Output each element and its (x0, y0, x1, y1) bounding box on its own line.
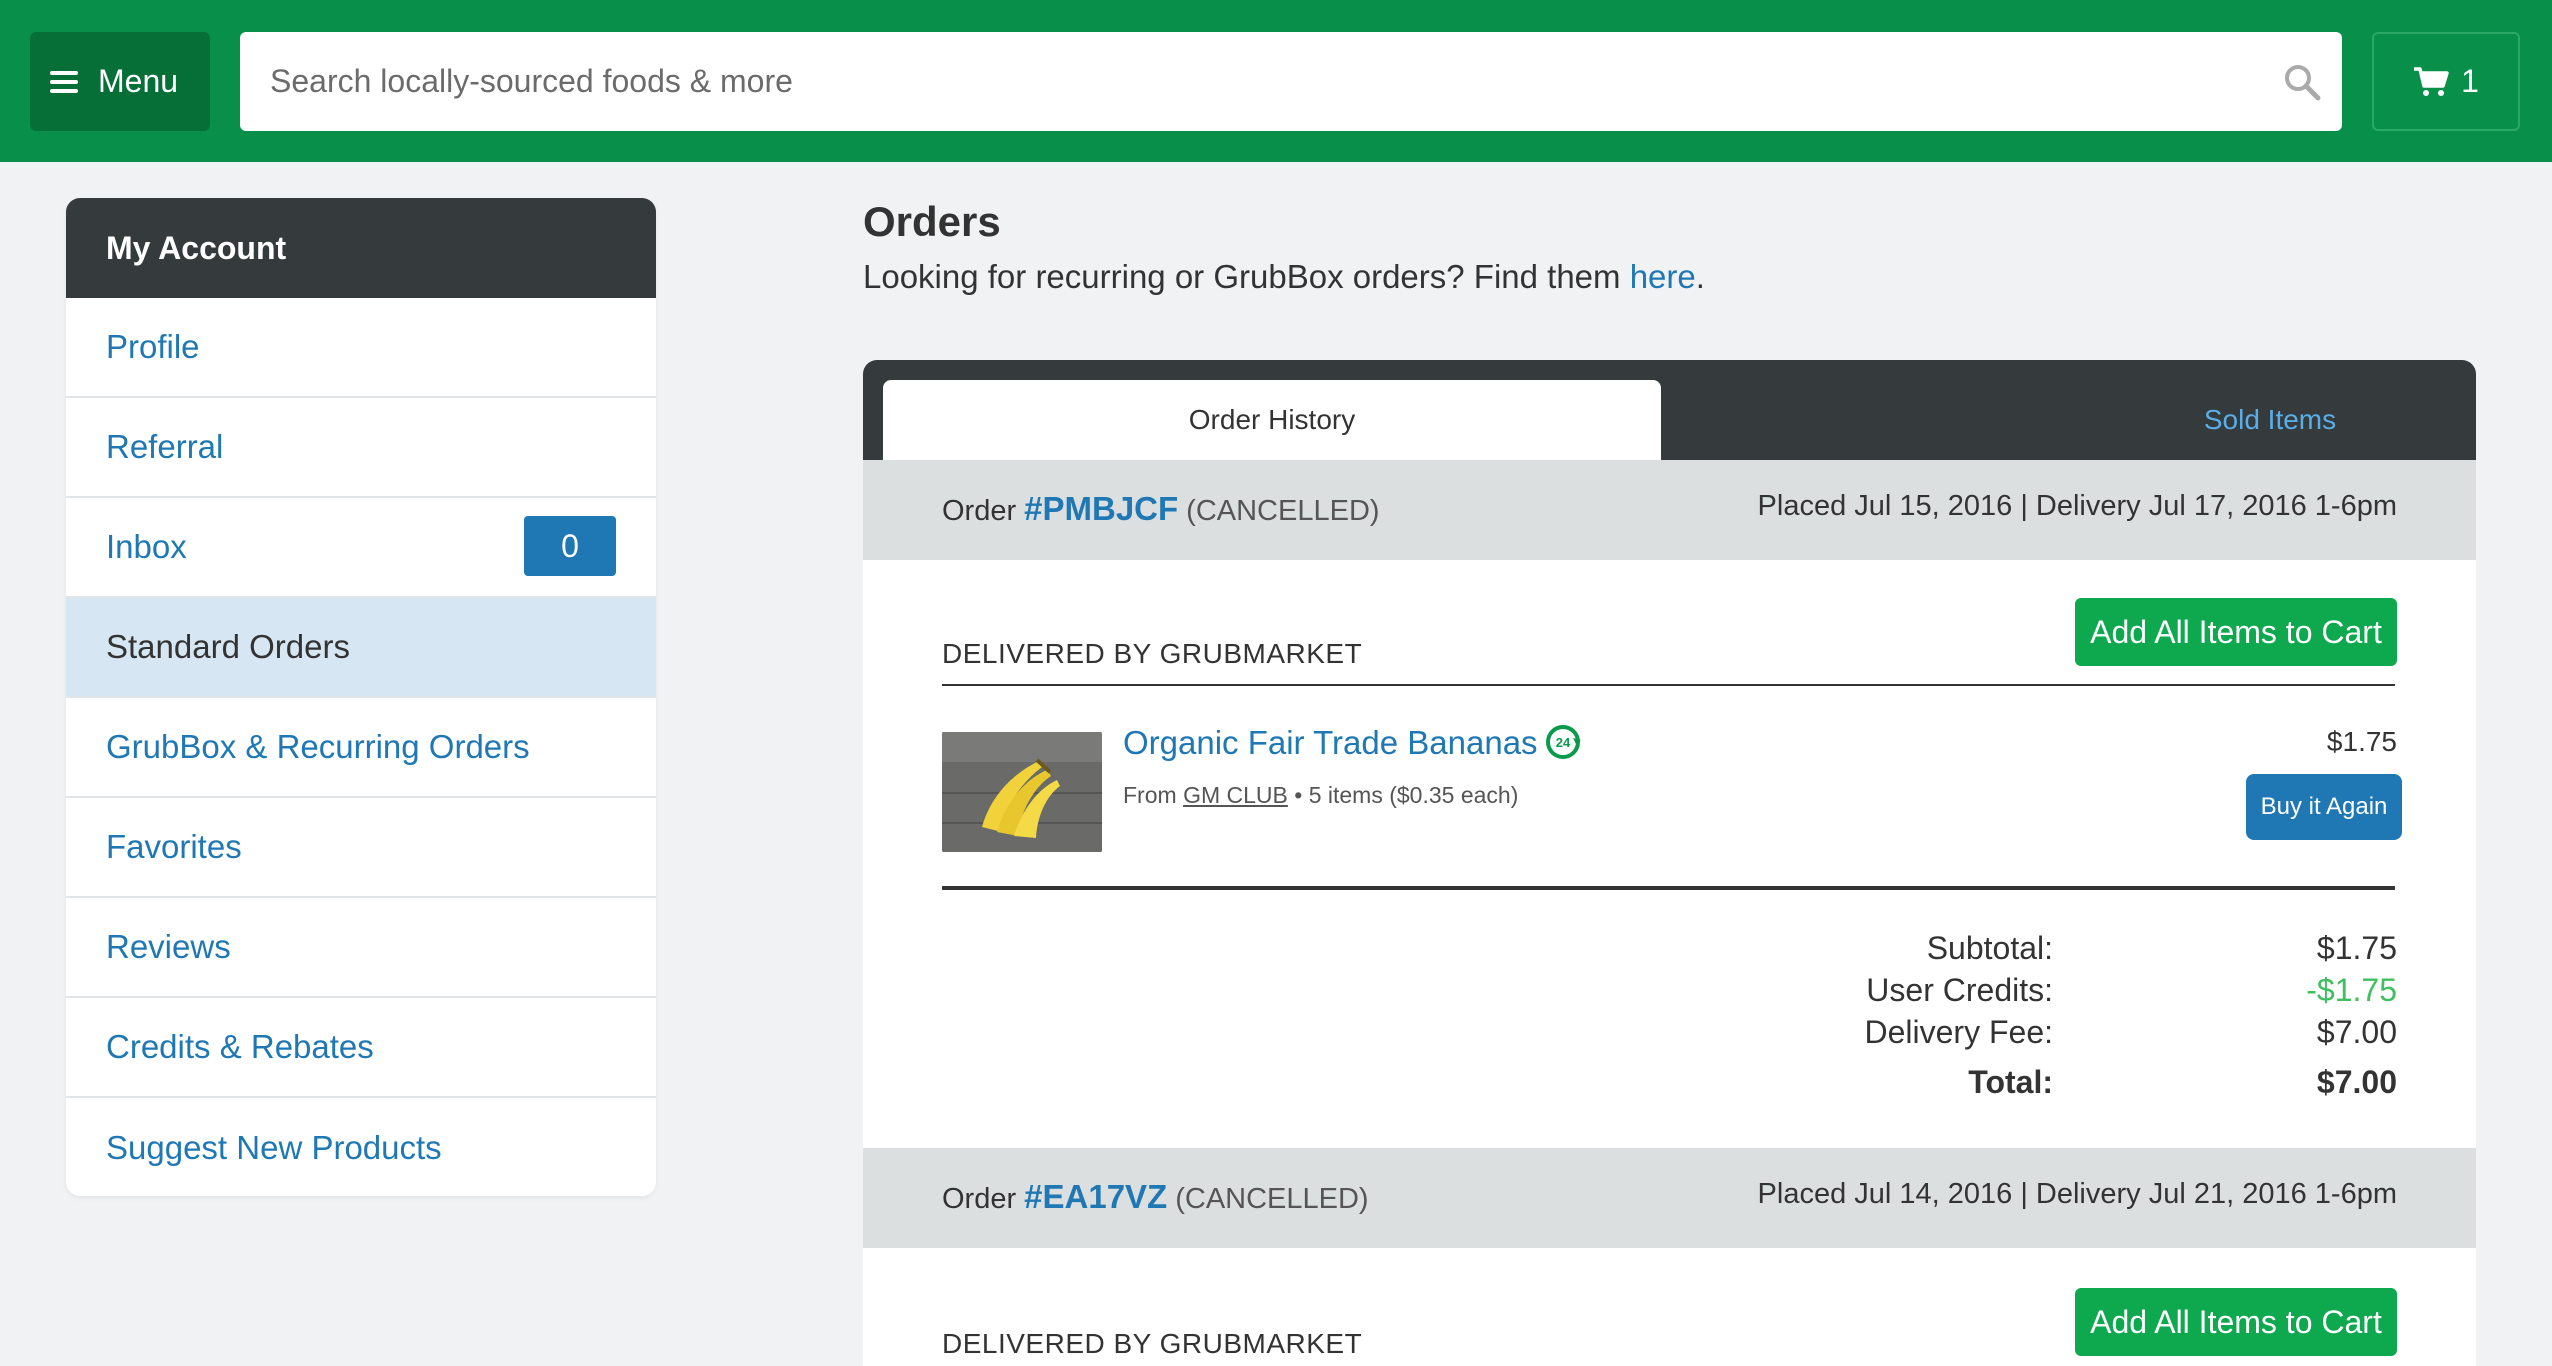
hamburger-icon (50, 70, 78, 93)
order-status: (CANCELLED) (1186, 495, 1380, 527)
24-hour-delivery-icon: 24 (1546, 725, 1581, 759)
vendor-link[interactable]: GM CLUB (1183, 782, 1288, 808)
sidebar-item-label: Profile (106, 328, 200, 365)
buy-again-button[interactable]: Buy it Again (2246, 774, 2402, 840)
quantity-detail: • 5 items ($0.35 each) (1287, 782, 1519, 808)
cart-count: 1 (2461, 63, 2479, 99)
order-id-link[interactable]: #EA17VZ (1024, 1178, 1167, 1216)
order-header: Order #EA17VZ (CANCELLED) Placed Jul 14,… (863, 1148, 2476, 1248)
section-divider (942, 684, 2395, 686)
order-prefix: Order (942, 1183, 1017, 1215)
sidebar-item-label: Referral (106, 428, 224, 465)
sidebar-item-referral[interactable]: Referral (66, 398, 656, 498)
menu-label: Menu (98, 63, 179, 99)
subtotal-label: Subtotal: (1926, 930, 2053, 966)
from-label: From (1123, 782, 1177, 808)
search-input[interactable] (240, 32, 2342, 131)
order-header: Order #PMBJCF (CANCELLED) Placed Jul 15,… (863, 460, 2476, 560)
sidebar-item-profile[interactable]: Profile (66, 298, 656, 398)
total-value: $7.00 (2316, 1064, 2397, 1100)
sidebar-item-suggest-products[interactable]: Suggest New Products (66, 1098, 656, 1196)
order-status: (CANCELLED) (1175, 1183, 1369, 1215)
sidebar-item-reviews[interactable]: Reviews (66, 898, 656, 998)
item-price: $1.75 (2326, 726, 2397, 757)
sidebar-item-inbox[interactable]: Inbox 0 (66, 498, 656, 598)
product-thumbnail[interactable] (942, 732, 1102, 852)
sidebar-item-label: Favorites (106, 828, 242, 865)
sidebar-title: My Account (66, 198, 656, 298)
page-subtitle: Looking for recurring or GrubBox orders?… (863, 258, 1705, 296)
order-dates: Placed Jul 15, 2016 | Delivery Jul 17, 2… (1757, 490, 2397, 522)
sidebar-item-favorites[interactable]: Favorites (66, 798, 656, 898)
search-icon[interactable] (2282, 62, 2322, 102)
sidebar-item-label: Suggest New Products (106, 1129, 442, 1166)
subtitle-text: Looking for recurring or GrubBox orders?… (863, 258, 1630, 295)
menu-button[interactable]: Menu (30, 32, 210, 131)
product-name-link[interactable]: Organic Fair Trade Bananas (1123, 724, 1538, 762)
add-all-to-cart-button[interactable]: Add All Items to Cart (2075, 1288, 2397, 1356)
total-label: Total: (1968, 1064, 2053, 1100)
user-credits-label: User Credits: (1866, 972, 2053, 1008)
orders-panel: Order History Sold Items Order #PMBJCF (… (863, 360, 2476, 1366)
user-credits-value: -$1.75 (2306, 972, 2397, 1008)
product-meta: From GM CLUB • 5 items ($0.35 each) (1123, 782, 1518, 809)
order-id-group: Order #PMBJCF (CANCELLED) (942, 490, 1380, 528)
sidebar-item-label: GrubBox & Recurring Orders (106, 728, 530, 765)
add-all-to-cart-button[interactable]: Add All Items to Cart (2075, 598, 2397, 666)
tab-sold-items[interactable]: Sold Items (1881, 380, 2476, 460)
sidebar-item-grubbox-recurring[interactable]: GrubBox & Recurring Orders (66, 698, 656, 798)
delivery-fee-value: $7.00 (2316, 1014, 2397, 1050)
sidebar-item-label: Standard Orders (106, 628, 350, 665)
sidebar-item-credits-rebates[interactable]: Credits & Rebates (66, 998, 656, 1098)
order-dates: Placed Jul 14, 2016 | Delivery Jul 21, 2… (1757, 1178, 2397, 1210)
sidebar-item-label: Credits & Rebates (106, 1028, 374, 1065)
banana-image (942, 732, 1102, 852)
svg-text:24: 24 (1556, 735, 1571, 750)
delivered-by-label: DELIVERED BY GRUBMARKET (942, 638, 1363, 669)
subtotal-value: $1.75 (2316, 930, 2397, 966)
page-title: Orders (863, 198, 1001, 245)
search-bar (240, 32, 2342, 131)
top-navbar: Menu 1 (0, 0, 2552, 162)
cart-icon (2414, 66, 2449, 96)
subtitle-period: . (1695, 258, 1705, 295)
order-id-group: Order #EA17VZ (CANCELLED) (942, 1178, 1369, 1216)
cart-button[interactable]: 1 (2372, 32, 2520, 131)
sidebar-item-label: Reviews (106, 928, 231, 965)
delivery-fee-label: Delivery Fee: (1864, 1014, 2054, 1050)
orders-tabs: Order History Sold Items (863, 360, 2476, 460)
items-divider (942, 886, 2395, 890)
sidebar-item-label: Inbox (106, 528, 187, 565)
tab-order-history[interactable]: Order History (883, 380, 1661, 460)
account-sidebar: My Account Profile Referral Inbox 0 Stan… (66, 198, 656, 1196)
order-id-link[interactable]: #PMBJCF (1024, 490, 1178, 528)
order-prefix: Order (942, 495, 1017, 527)
recurring-orders-link[interactable]: here (1630, 258, 1696, 295)
sidebar-item-standard-orders[interactable]: Standard Orders (66, 598, 656, 698)
inbox-count-badge: 0 (524, 516, 616, 576)
delivered-by-label: DELIVERED BY GRUBMARKET (942, 1328, 1363, 1359)
